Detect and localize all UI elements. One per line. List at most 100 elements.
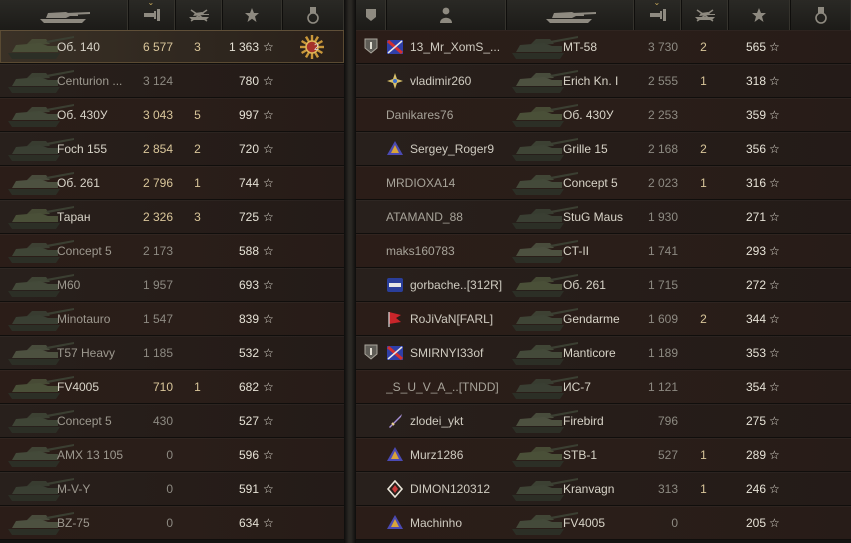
table-row[interactable]: BZ-75 0 634 ☆	[0, 506, 344, 540]
table-row[interactable]: Об. 261 2 796 1 744 ☆	[0, 166, 344, 200]
table-row[interactable]: Sergey_Roger9 Grille 15 2 168 2 356 ☆	[356, 132, 851, 166]
exp-value: 780	[238, 74, 259, 88]
clan-yusha-emblem-icon	[387, 278, 403, 292]
table-row[interactable]: _S_U_V_A_..[TNDD] ИС-7 1 121 354 ☆	[356, 370, 851, 404]
player-name[interactable]: MRDIOXA14	[386, 166, 506, 200]
tank-name: BZ-75	[57, 516, 90, 530]
platoon-icon	[364, 344, 378, 360]
exp-star-icon	[245, 8, 259, 22]
sort-by-medals-header[interactable]	[282, 0, 344, 30]
exp-star-icon: ☆	[263, 244, 274, 258]
clan-near-emblem-icon	[387, 39, 403, 55]
clan-near-emblem-icon	[387, 345, 403, 361]
exp-value: 527	[238, 414, 259, 428]
damage-value: 527	[657, 448, 678, 462]
sort-by-tank-header[interactable]	[0, 0, 129, 30]
kills-value: 1	[700, 74, 707, 88]
table-row[interactable]: T57 Heavy 1 185 532 ☆	[0, 336, 344, 370]
mastery-medal-icon[interactable]	[298, 33, 326, 61]
sort-arrow-icon: ⌄	[147, 0, 155, 7]
tank-name: MT-58	[563, 40, 598, 54]
table-row[interactable]: Centurion ... 3 124 780 ☆	[0, 64, 344, 98]
table-row[interactable]: gorbache..[312R] Об. 261 1 715 272 ☆	[356, 268, 851, 302]
table-row[interactable]: MRDIOXA14 Concept 5 2 023 1 316 ☆	[356, 166, 851, 200]
player-name[interactable]: _S_U_V_A_..[TNDD]	[386, 370, 506, 404]
exp-value: 693	[238, 278, 259, 292]
sort-by-player-header[interactable]	[386, 0, 507, 30]
kills-value: 5	[194, 108, 201, 122]
player-name[interactable]: maks160783	[386, 234, 506, 268]
kills-value	[175, 234, 220, 268]
damage-value: 2 253	[647, 108, 678, 122]
table-row[interactable]: 13_Mr_XomS_... MT-58 3 730 2 565 ☆	[356, 30, 851, 64]
sort-by-damage-header[interactable]: ⌄	[128, 0, 176, 30]
kills-value	[681, 200, 726, 234]
table-row[interactable]: RoJiVaN[FARL] Gendarme 1 609 2 344 ☆	[356, 302, 851, 336]
table-row[interactable]: Об. 430У 3 043 5 997 ☆	[0, 98, 344, 132]
sort-by-exp-header-right[interactable]	[728, 0, 791, 30]
table-row[interactable]: Minotauro 1 547 839 ☆	[0, 302, 344, 336]
kills-icon	[694, 9, 715, 22]
sort-arrow-icon: ⌄	[653, 0, 661, 7]
table-row[interactable]: M60 1 957 693 ☆	[0, 268, 344, 302]
table-row[interactable]: maks160783 CT-II 1 741 293 ☆	[356, 234, 851, 268]
table-row[interactable]: Murz1286 STB-1 527 1 289 ☆	[356, 438, 851, 472]
table-row[interactable]: DIMON120312 Kranvagn 313 1 246 ☆	[356, 472, 851, 506]
table-row[interactable]: Danikares76 Об. 430У 2 253 359 ☆	[356, 98, 851, 132]
table-row[interactable]: FV4005 710 1 682 ☆	[0, 370, 344, 404]
exp-star-icon: ☆	[263, 312, 274, 326]
kills-value	[175, 302, 220, 336]
sort-by-tank-header-right[interactable]	[506, 0, 635, 30]
table-row[interactable]: Foch 155 2 854 2 720 ☆	[0, 132, 344, 166]
exp-star-icon: ☆	[263, 108, 274, 122]
damage-value: 1 741	[647, 244, 678, 258]
exp-star-icon: ☆	[263, 40, 274, 54]
medal-count: 2	[314, 42, 320, 52]
sort-by-medals-header-right[interactable]	[790, 0, 851, 30]
sort-by-damage-header-right[interactable]: ⌄	[634, 0, 682, 30]
sort-by-platoon-header[interactable]	[356, 0, 387, 30]
sort-by-kills-header-right[interactable]	[681, 0, 729, 30]
kills-value: 2	[700, 312, 707, 326]
kills-value	[175, 268, 220, 302]
table-row[interactable]: ATAMAND_88 StuG Maus 1 930 271 ☆	[356, 200, 851, 234]
sort-by-kills-header[interactable]	[175, 0, 223, 30]
table-row[interactable]: Concept 5 430 527 ☆	[0, 404, 344, 438]
table-row[interactable]: M-V-Y 0 591 ☆	[0, 472, 344, 506]
kills-value: 3	[194, 40, 201, 54]
table-row[interactable]: Machinho FV4005 0 205 ☆	[356, 506, 851, 540]
exp-star-icon: ☆	[769, 482, 780, 496]
table-row[interactable]: zlodei_ykt Firebird 796 275 ☆	[356, 404, 851, 438]
tank-name: Erich Kn. I	[563, 74, 619, 88]
table-row[interactable]: AMX 13 105 0 596 ☆	[0, 438, 344, 472]
kills-value	[681, 506, 726, 540]
exp-value: 591	[238, 482, 259, 496]
damage-value: 313	[657, 482, 678, 496]
table-row[interactable]: SMIRNYI33of Manticore 1 189 353 ☆	[356, 336, 851, 370]
table-row[interactable]: vladimir260 Erich Kn. I2 555 1 318 ☆	[356, 64, 851, 98]
damage-value: 1 609	[647, 312, 678, 326]
exp-star-icon: ☆	[263, 74, 274, 88]
table-row[interactable]: Таран 2 326 3 725 ☆	[0, 200, 344, 234]
exp-value: 588	[238, 244, 259, 258]
sort-by-exp-header[interactable]	[222, 0, 283, 30]
exp-value: 205	[745, 516, 766, 530]
medal-icon	[307, 7, 319, 24]
exp-star-icon: ☆	[769, 210, 780, 224]
kills-value	[175, 506, 220, 540]
player-name[interactable]: ATAMAND_88	[386, 200, 506, 234]
table-row[interactable]: Об. 140 6 577 3 1 363 ☆ 2	[0, 30, 344, 64]
tank-name: FV4005	[57, 380, 100, 394]
kills-value	[175, 336, 220, 370]
kills-value: 2	[700, 40, 707, 54]
player-name[interactable]: Danikares76	[386, 98, 506, 132]
kills-value: 1	[700, 448, 707, 462]
exp-value: 356	[745, 142, 766, 156]
tank-name: Об. 261	[563, 278, 606, 292]
exp-star-icon: ☆	[769, 142, 780, 156]
table-row[interactable]: Concept 5 2 173 588 ☆	[0, 234, 344, 268]
kills-value	[681, 404, 726, 438]
exp-value: 344	[745, 312, 766, 326]
exp-star-icon: ☆	[769, 346, 780, 360]
exp-value: 1 363	[228, 40, 259, 54]
